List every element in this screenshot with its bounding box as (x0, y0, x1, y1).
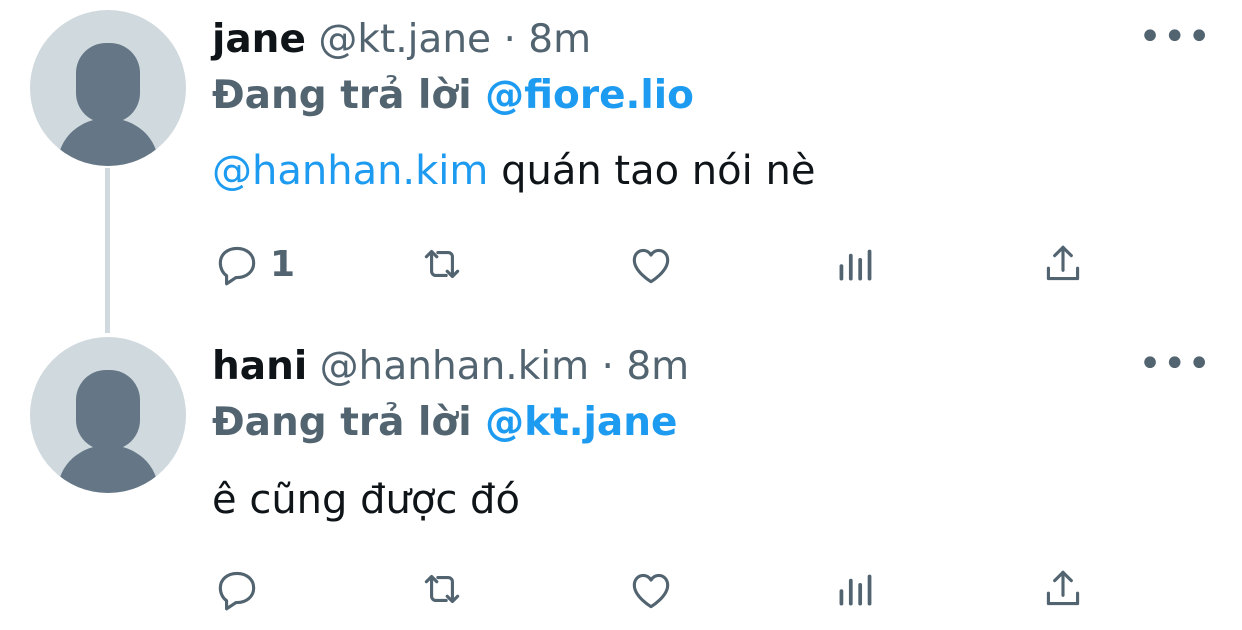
separator: · (601, 344, 614, 389)
views-button[interactable] (831, 563, 881, 615)
reply-button[interactable]: 1 (212, 238, 295, 290)
tweet-text: @hanhan.kim quán tao nói nè (212, 148, 815, 194)
tweet[interactable]: hani @hanhan.kim · 8m ••• Đang trả lời @… (0, 325, 1242, 630)
like-icon (632, 248, 670, 284)
reply-icon (218, 571, 256, 611)
avatar-shoulders (58, 118, 158, 166)
user-handle[interactable]: @kt.jane (318, 17, 491, 62)
replying-to-mention[interactable]: @fiore.lio (485, 73, 694, 118)
thread-line (105, 168, 110, 333)
replying-to: Đang trả lời @fiore.lio (212, 73, 694, 118)
display-name[interactable]: hani (212, 344, 307, 389)
like-button[interactable] (626, 563, 676, 615)
avatar[interactable] (30, 10, 186, 166)
reply-button[interactable] (212, 563, 270, 615)
share-button[interactable] (1038, 238, 1088, 290)
views-icon (839, 249, 872, 281)
views-icon (839, 574, 872, 606)
tweet-body: ê cũng được đó (212, 477, 520, 523)
retweet-icon (424, 249, 460, 279)
tweet-header: jane @kt.jane · 8m (212, 16, 591, 64)
replying-to-label: Đang trả lời (212, 73, 472, 118)
reply-icon (218, 246, 256, 286)
separator: · (503, 17, 516, 62)
avatar-shoulders (58, 445, 158, 493)
action-bar (212, 563, 1112, 615)
avatar[interactable] (30, 337, 186, 493)
reply-count: 1 (270, 243, 296, 285)
tweet-text: ê cũng được đó (212, 477, 520, 523)
avatar-head (76, 370, 140, 450)
mention-link[interactable]: @hanhan.kim (212, 148, 488, 194)
replying-to: Đang trả lời @kt.jane (212, 400, 677, 445)
more-options-button[interactable]: ••• (1138, 14, 1212, 60)
retweet-icon (424, 574, 460, 604)
avatar-head (76, 43, 140, 123)
action-bar: 1 (212, 238, 1112, 290)
retweet-button[interactable] (417, 563, 467, 615)
timestamp[interactable]: 8m (528, 17, 591, 62)
like-button[interactable] (626, 238, 676, 290)
views-button[interactable] (831, 238, 881, 290)
display-name[interactable]: jane (212, 17, 306, 62)
replying-to-label: Đang trả lời (212, 400, 472, 445)
replying-to-mention[interactable]: @kt.jane (485, 400, 677, 445)
retweet-button[interactable] (417, 238, 467, 290)
share-button[interactable] (1038, 563, 1088, 615)
share-icon (1046, 570, 1080, 606)
user-handle[interactable]: @hanhan.kim (320, 344, 589, 389)
more-options-button[interactable]: ••• (1138, 341, 1212, 387)
tweet[interactable]: jane @kt.jane · 8m ••• Đang trả lời @fio… (0, 0, 1242, 333)
tweet-body: quán tao nói nè (488, 148, 816, 194)
like-icon (632, 573, 670, 609)
share-icon (1046, 245, 1080, 281)
timestamp[interactable]: 8m (626, 344, 689, 389)
tweet-header: hani @hanhan.kim · 8m (212, 343, 689, 391)
